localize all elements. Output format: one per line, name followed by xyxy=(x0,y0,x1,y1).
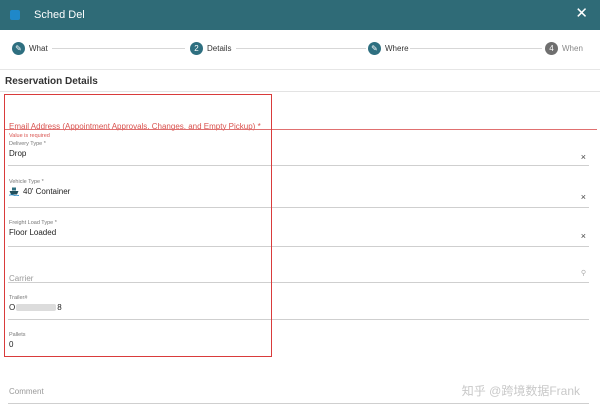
step-what-label: What xyxy=(29,44,48,53)
step-what-marker: ✎ xyxy=(12,42,25,55)
email-field[interactable]: Email Address (Appointment Approvals, Ch… xyxy=(9,116,589,134)
step-details-marker: 2 xyxy=(190,42,203,55)
step-details-label: Details xyxy=(207,44,232,53)
field-underline xyxy=(8,207,589,208)
pallets-value: 0 xyxy=(9,340,14,349)
ship-icon xyxy=(8,187,20,197)
freight-load-type-select[interactable]: Freight Load Type * Floor Loaded × xyxy=(8,220,589,247)
vehicle-type-value-row: 40' Container xyxy=(8,187,589,197)
field-underline xyxy=(8,403,589,404)
field-underline xyxy=(8,246,589,247)
vehicle-type-value: 40' Container xyxy=(23,187,71,196)
field-underline xyxy=(8,282,589,283)
step-when[interactable]: 4 When xyxy=(545,42,583,55)
field-underline xyxy=(8,319,589,320)
watermark: 知乎 @跨境数据Frank xyxy=(461,384,580,398)
trailer-label: Trailer# xyxy=(9,295,28,301)
step-where-marker: ✎ xyxy=(368,42,381,55)
redacted-mask xyxy=(16,304,57,311)
vehicle-type-select[interactable]: Vehicle Type * 40' Container × xyxy=(8,179,589,208)
pallets-input[interactable]: Pallets 0 xyxy=(9,332,589,349)
window-title: Sched Del xyxy=(34,9,85,21)
email-underline xyxy=(5,129,597,130)
trailer-value-prefix: O xyxy=(9,303,16,312)
freight-load-type-clear-icon[interactable]: × xyxy=(581,231,586,241)
step-details[interactable]: 2 Details xyxy=(190,42,231,55)
title-bar: Sched Del ✕ xyxy=(0,0,600,30)
step-when-label: When xyxy=(562,44,583,53)
section-divider xyxy=(0,91,600,92)
step-where[interactable]: ✎ Where xyxy=(368,42,409,55)
step-where-label: Where xyxy=(385,44,409,53)
stepper: ✎ What 2 Details ✎ Where 4 When xyxy=(0,30,600,70)
step-connector xyxy=(410,48,542,49)
step-when-marker: 4 xyxy=(545,42,558,55)
field-underline xyxy=(8,165,589,166)
step-connector xyxy=(52,48,185,49)
step-what[interactable]: ✎ What xyxy=(12,42,48,55)
step-connector xyxy=(236,48,366,49)
comment-placeholder: Comment xyxy=(9,387,44,396)
freight-load-type-value: Floor Loaded xyxy=(9,228,57,237)
search-icon[interactable]: ⚲ xyxy=(581,269,586,277)
trailer-value-row: O 8 xyxy=(9,303,589,312)
vehicle-type-label: Vehicle Type * xyxy=(9,179,44,185)
carrier-input[interactable]: Carrier ⚲ xyxy=(8,268,589,286)
pallets-label: Pallets xyxy=(9,332,26,338)
email-error: Value is required xyxy=(9,133,50,139)
delivery-type-label: Delivery Type * xyxy=(9,141,46,147)
close-icon[interactable]: ✕ xyxy=(575,6,588,22)
delivery-type-select[interactable]: Delivery Type * Drop × xyxy=(8,141,589,166)
trailer-value-suffix: 8 xyxy=(57,303,62,312)
delivery-type-clear-icon[interactable]: × xyxy=(581,152,586,162)
trailer-input[interactable]: Trailer# O 8 xyxy=(8,295,589,320)
section-title: Reservation Details xyxy=(5,76,98,87)
vehicle-type-clear-icon[interactable]: × xyxy=(581,192,586,202)
freight-load-type-label: Freight Load Type * xyxy=(9,220,57,226)
delivery-type-value: Drop xyxy=(9,149,27,158)
app-icon xyxy=(10,10,20,20)
